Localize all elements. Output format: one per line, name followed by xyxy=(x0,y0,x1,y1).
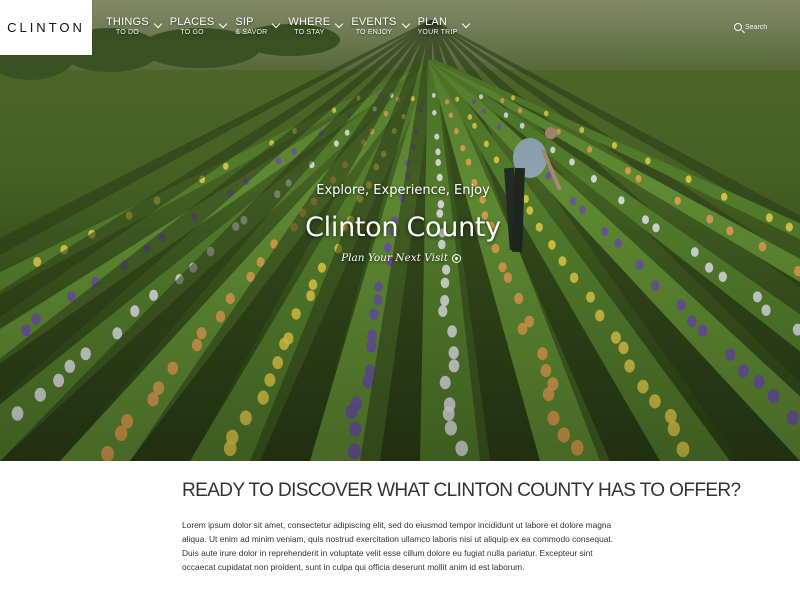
nav-sublabel: TO STAY xyxy=(294,29,325,36)
brand-name: CLINTON xyxy=(7,20,85,35)
search-box[interactable] xyxy=(734,20,795,34)
plan-visit-link[interactable]: Plan Your Next Visit xyxy=(341,252,461,264)
brand-logo[interactable]: CLINTON xyxy=(0,0,92,55)
arrow-circle-icon xyxy=(451,253,461,263)
chevron-down-icon xyxy=(153,19,163,29)
nav-sublabel: YOUR TRIP xyxy=(417,29,458,36)
nav-item-events-to-enjoy[interactable]: EVENTS TO ENJOY xyxy=(351,16,410,38)
section-heading: READY TO DISCOVER WHAT CLINTON COUNTY HA… xyxy=(182,480,741,501)
nav-label: PLAN xyxy=(417,16,448,28)
nav-item-sip-and-savor[interactable]: SIP & SAVOR xyxy=(235,16,281,38)
nav-item-places-to-go[interactable]: PLACES TO GO xyxy=(169,16,228,38)
nav-item-things-to-do[interactable]: THINGS TO DO xyxy=(106,16,163,38)
intro-section: READY TO DISCOVER WHAT CLINTON COUNTY HA… xyxy=(182,480,741,574)
nav-sublabel: & SAVOR xyxy=(235,29,268,36)
chevron-down-icon xyxy=(272,19,281,29)
section-body: Lorem ipsum dolor sit amet, consectetur … xyxy=(182,520,614,572)
nav-sublabel: TO DO xyxy=(115,29,139,36)
search-input[interactable] xyxy=(745,20,795,34)
chevron-down-icon xyxy=(401,19,410,29)
nav-sublabel: TO ENJOY xyxy=(355,29,393,36)
nav-label: EVENTS xyxy=(351,16,397,28)
plan-visit-label: Plan Your Next Visit xyxy=(341,252,448,264)
main-nav: THINGS TO DO PLACES TO GO SIP & SAVOR WH… xyxy=(106,16,478,38)
hero-title: Clinton County xyxy=(305,212,501,243)
nav-label: WHERE xyxy=(288,16,331,28)
hero-text-block: Explore, Experience, Enjoy Clinton Count… xyxy=(0,183,800,266)
nav-label: SIP xyxy=(235,16,254,28)
nav-label: THINGS xyxy=(106,16,149,28)
nav-item-where-to-stay[interactable]: WHERE TO STAY xyxy=(288,16,344,38)
chevron-down-icon xyxy=(219,19,228,29)
chevron-down-icon xyxy=(335,19,344,29)
nav-label: PLACES xyxy=(169,16,215,28)
nav-sublabel: TO GO xyxy=(180,29,204,36)
hero-tagline: Explore, Experience, Enjoy xyxy=(316,183,490,198)
nav-item-plan-your-trip[interactable]: PLAN YOUR TRIP xyxy=(417,16,471,38)
search-icon[interactable] xyxy=(734,23,742,31)
chevron-down-icon xyxy=(462,19,471,29)
